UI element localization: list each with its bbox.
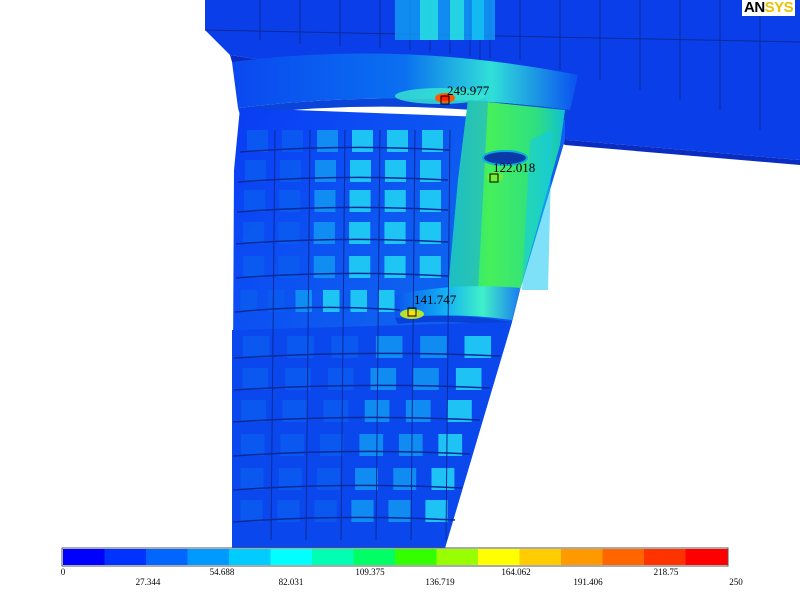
- legend-color-band: [187, 549, 230, 565]
- rib-cell: [352, 130, 373, 152]
- rib-cell: [242, 336, 270, 358]
- rib-cell: [245, 160, 266, 182]
- rib-cell: [244, 190, 266, 212]
- probe-value-2: 122.018: [493, 160, 536, 175]
- rib-cell: [317, 468, 340, 490]
- legend-color-band: [229, 549, 272, 565]
- legend-color-band: [395, 549, 438, 565]
- green-web: [448, 100, 565, 290]
- rib-cell: [327, 368, 354, 390]
- rib-cell: [323, 290, 340, 312]
- rib-cell: [349, 222, 371, 244]
- legend-tick-label: 0: [60, 567, 66, 577]
- rib-cell: [350, 160, 371, 182]
- rib-cell: [375, 336, 403, 358]
- rib-cell: [295, 290, 312, 312]
- legend-color-band: [353, 549, 396, 565]
- rib-cell: [355, 468, 378, 490]
- rib-cell: [349, 190, 371, 212]
- legend-tick-label: 164.062: [501, 567, 531, 577]
- rib-cell: [351, 500, 374, 522]
- legend-color-band: [63, 549, 106, 565]
- rib-cell: [247, 130, 268, 152]
- legend-tick-label: 27.344: [135, 577, 161, 587]
- legend-color-band: [436, 549, 479, 565]
- legend-color-band: [602, 549, 645, 565]
- ansys-logo: ANSYS: [742, 0, 796, 16]
- legend-color-band: [478, 549, 521, 565]
- legend-tick-label: 54.688: [209, 567, 235, 577]
- rib-cell: [313, 222, 335, 244]
- rib-cell: [314, 190, 336, 212]
- rib-cell: [243, 222, 265, 244]
- probe-value-max: 249.977: [447, 83, 490, 98]
- rib-cell: [240, 434, 265, 456]
- legend-tick-label: 250: [729, 577, 743, 587]
- legend-color-band: [644, 549, 687, 565]
- legend-color-band: [270, 549, 313, 565]
- legend-color-band: [104, 549, 147, 565]
- rib-cell: [243, 256, 265, 278]
- rib-cell: [349, 256, 371, 278]
- legend-tick-label: 136.719: [425, 577, 455, 587]
- rib-cell: [240, 290, 257, 312]
- color-legend: [61, 547, 729, 567]
- rib-cell: [359, 434, 384, 456]
- rib-cell: [319, 434, 344, 456]
- legend-color-band: [519, 549, 562, 565]
- rib-cell: [242, 368, 269, 390]
- rib-cell: [323, 400, 349, 422]
- rib-cell: [313, 256, 335, 278]
- rib-cell: [315, 160, 336, 182]
- stress-contour-viewport: [61, 0, 800, 567]
- probe-value-3: 141.747: [414, 292, 457, 307]
- legend-tick-label: 218.75: [653, 567, 679, 577]
- rib-cell: [241, 400, 266, 422]
- rib-cell: [317, 130, 338, 152]
- legend-color-band: [685, 549, 728, 565]
- legend-color-band: [312, 549, 355, 565]
- rib-cell: [240, 500, 263, 522]
- rib-cell: [370, 368, 397, 390]
- rib-cell: [240, 468, 264, 490]
- legend-segments: [63, 549, 728, 565]
- legend-tick-label: 191.406: [573, 577, 603, 587]
- legend-color-band: [561, 549, 604, 565]
- rib-cell: [331, 336, 359, 358]
- legend-color-band: [146, 549, 189, 565]
- legend-tick-label: 109.375: [355, 567, 385, 577]
- rib-cell: [314, 500, 337, 522]
- legend-tick-label: 82.031: [278, 577, 304, 587]
